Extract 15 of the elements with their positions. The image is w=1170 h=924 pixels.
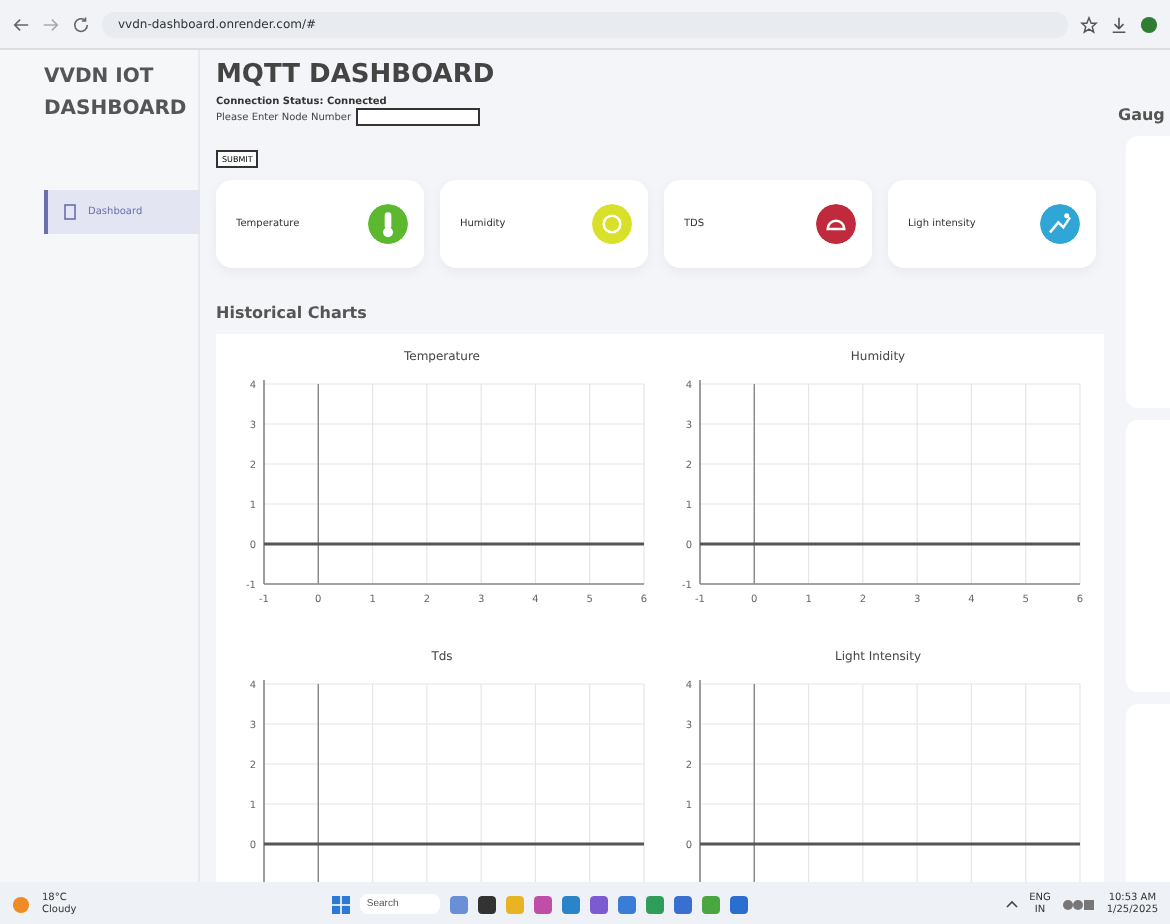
system-tray-icon[interactable] bbox=[1062, 897, 1095, 911]
download-icon[interactable] bbox=[1110, 15, 1128, 33]
reload-icon[interactable] bbox=[72, 15, 90, 33]
page-title: MQTT DASHBOARD bbox=[216, 60, 497, 90]
node-number-field[interactable] bbox=[355, 108, 480, 126]
document-icon bbox=[64, 204, 76, 220]
back-icon[interactable] bbox=[12, 15, 30, 33]
section-title: Gaug bbox=[1118, 106, 1167, 124]
chevron-icon[interactable] bbox=[1005, 900, 1018, 908]
start-icon[interactable] bbox=[332, 895, 351, 913]
app-title: VVDN IOT DASHBOARD bbox=[42, 64, 184, 124]
section-title: Historical Charts bbox=[216, 304, 369, 322]
weather-icon[interactable] bbox=[12, 895, 30, 913]
profile-icon[interactable] bbox=[1140, 15, 1158, 33]
star-icon[interactable] bbox=[1080, 15, 1098, 33]
